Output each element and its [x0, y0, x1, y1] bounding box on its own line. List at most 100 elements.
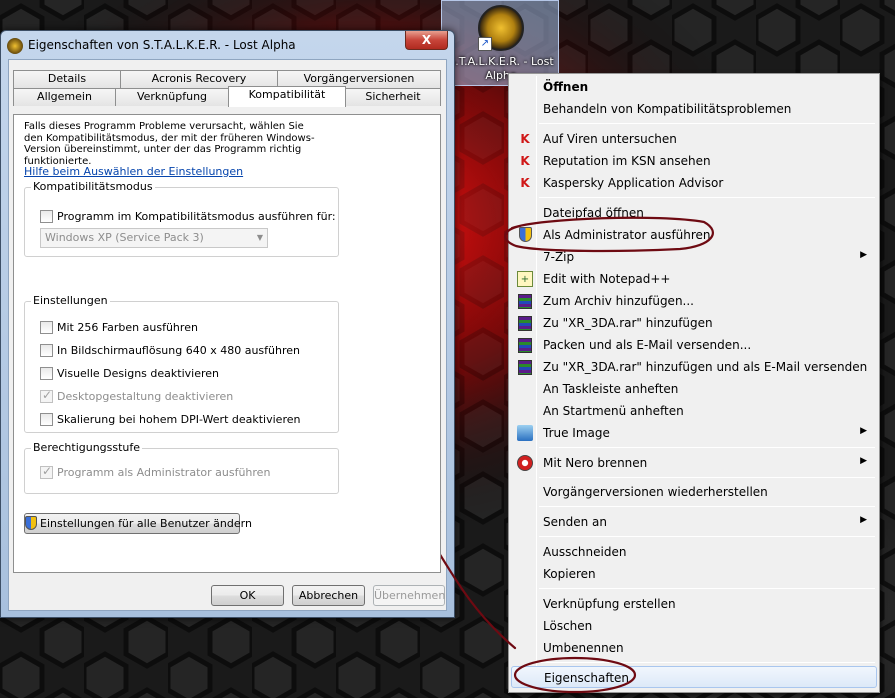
- menu-item-label: Edit with Notepad++: [543, 272, 671, 286]
- checkbox-dpi-scaling[interactable]: [40, 412, 53, 426]
- menu-item-label: Umbenennen: [543, 641, 624, 655]
- uac-shield-icon: [25, 516, 37, 530]
- menu-item-label: Zum Archiv hinzufügen...: [543, 294, 694, 308]
- menu-item-nero[interactable]: Mit Nero brennen ▶: [511, 452, 877, 474]
- cancel-button[interactable]: Abbrechen: [292, 585, 365, 606]
- dialog-titlebar[interactable]: Eigenschaften von S.T.A.L.K.E.R. - Lost …: [1, 31, 454, 59]
- option-dpi-scaling[interactable]: Skalierung bei hohem DPI-Wert deaktivier…: [40, 412, 300, 426]
- menu-item-label: Öffnen: [543, 80, 589, 94]
- menu-item-label: Eigenschaften: [544, 671, 630, 685]
- dialog-client-area: Details Acronis Recovery Vorgängerversio…: [8, 59, 447, 611]
- chevron-down-icon: ▼: [256, 233, 263, 242]
- tab-sicherheit[interactable]: Sicherheit: [345, 88, 441, 106]
- menu-item-label: Zu "XR_3DA.rar" hinzufügen: [543, 316, 713, 330]
- compat-mode-checkbox[interactable]: [40, 209, 53, 223]
- tab-verknuepfung[interactable]: Verknüpfung: [115, 88, 229, 106]
- menu-item-notepad[interactable]: + Edit with Notepad++: [511, 268, 877, 290]
- option-desktop-composition[interactable]: Desktopgestaltung deaktivieren: [40, 388, 233, 403]
- menu-item-label: 7-Zip: [543, 250, 575, 264]
- tab-details[interactable]: Details: [13, 70, 121, 88]
- tab-allgemein[interactable]: Allgemein: [13, 88, 116, 106]
- option-256-colors[interactable]: Mit 256 Farben ausführen: [40, 320, 198, 334]
- menu-item-senden-an[interactable]: Senden an ▶: [511, 511, 877, 533]
- option-run-as-admin[interactable]: Programm als Administrator ausführen: [40, 464, 271, 479]
- settings-group-title: Einstellungen: [31, 294, 110, 307]
- change-settings-all-users-button[interactable]: Einstellungen für alle Benutzer ändern: [24, 513, 252, 534]
- all-users-button-label: Einstellungen für alle Benutzer ändern: [40, 517, 252, 530]
- option-label: Visuelle Designs deaktivieren: [57, 366, 219, 380]
- menu-item-loeschen[interactable]: Löschen: [511, 615, 877, 637]
- context-menu: Öffnen Behandeln von Kompatibilitätsprob…: [508, 73, 880, 693]
- winrar-icon: [518, 338, 532, 353]
- submenu-arrow-icon: ▶: [860, 515, 867, 525]
- menu-item-label: Auf Viren untersuchen: [543, 132, 677, 146]
- stalker-title-icon: [7, 38, 23, 54]
- nero-icon: [517, 455, 533, 471]
- menu-item-label: Ausschneiden: [543, 545, 627, 559]
- menu-item-kaspersky-advisor[interactable]: K Kaspersky Application Advisor: [511, 172, 877, 194]
- menu-item-label: Zu "XR_3DA.rar" hinzufügen und als E-Mai…: [543, 360, 868, 374]
- menu-item-kompatibilitaetsprobleme[interactable]: Behandeln von Kompatibilitätsproblemen: [511, 98, 877, 120]
- menu-item-als-administrator[interactable]: Als Administrator ausführen: [511, 224, 877, 246]
- menu-item-viren-untersuchen[interactable]: K Auf Viren untersuchen: [511, 128, 877, 150]
- menu-item-label: Dateipfad öffnen: [543, 206, 644, 220]
- kaspersky-icon: K: [520, 176, 530, 190]
- checkbox-desktop-composition[interactable]: [40, 388, 53, 403]
- option-visual-designs[interactable]: Visuelle Designs deaktivieren: [40, 366, 219, 380]
- menu-item-ausschneiden[interactable]: Ausschneiden: [511, 541, 877, 563]
- menu-item-label: Vorgängerversionen wiederherstellen: [543, 485, 768, 499]
- menu-separator: [539, 477, 875, 478]
- help-link[interactable]: Hilfe beim Auswählen der Einstellungen: [24, 165, 243, 178]
- tab-kompatibilitaet[interactable]: Kompatibilität: [228, 86, 346, 107]
- menu-item-true-image[interactable]: True Image ▶: [511, 422, 877, 444]
- privilege-group: Berechtigungsstufe Programm als Administ…: [24, 441, 339, 494]
- compat-mode-checkbox-row[interactable]: Programm im Kompatibilitätsmodus ausführ…: [40, 209, 336, 223]
- menu-separator: [539, 447, 875, 448]
- option-640x480[interactable]: In Bildschirmauflösung 640 x 480 ausführ…: [40, 343, 300, 357]
- kaspersky-icon: K: [520, 154, 530, 168]
- close-button[interactable]: X: [405, 31, 448, 50]
- ok-button[interactable]: OK: [211, 585, 284, 606]
- compat-mode-group: Kompatibilitätsmodus Programm im Kompati…: [24, 180, 339, 257]
- checkbox-run-as-admin[interactable]: [40, 464, 53, 479]
- apply-button[interactable]: Übernehmen: [373, 585, 445, 606]
- checkbox-256-colors[interactable]: [40, 320, 53, 334]
- menu-item-label: Verknüpfung erstellen: [543, 597, 676, 611]
- menu-item-zu-rar[interactable]: Zu "XR_3DA.rar" hinzufügen: [511, 312, 877, 334]
- menu-item-oeffnen[interactable]: Öffnen: [511, 76, 877, 98]
- menu-item-label: Kaspersky Application Advisor: [543, 176, 724, 190]
- checkbox-visual-designs[interactable]: [40, 366, 53, 380]
- menu-item-7zip[interactable]: 7-Zip ▶: [511, 246, 877, 268]
- menu-item-label: Behandeln von Kompatibilitätsproblemen: [543, 102, 792, 116]
- submenu-arrow-icon: ▶: [860, 250, 867, 260]
- menu-item-kopieren[interactable]: Kopieren: [511, 563, 877, 585]
- menu-item-label: An Taskleiste anheften: [543, 382, 679, 396]
- menu-item-startmenue[interactable]: An Startmenü anheften: [511, 400, 877, 422]
- settings-group: Einstellungen Mit 256 Farben ausführen I…: [24, 294, 339, 433]
- menu-item-vorgaengerversionen[interactable]: Vorgängerversionen wiederherstellen: [511, 481, 877, 503]
- menu-item-dateipfad-oeffnen[interactable]: Dateipfad öffnen: [511, 202, 877, 224]
- menu-item-label: Packen und als E-Mail versenden...: [543, 338, 752, 352]
- winrar-icon: [518, 316, 532, 331]
- menu-item-zu-rar-email[interactable]: Zu "XR_3DA.rar" hinzufügen und als E-Mai…: [511, 356, 877, 378]
- checkbox-640x480[interactable]: [40, 343, 53, 357]
- menu-item-zum-archiv[interactable]: Zum Archiv hinzufügen...: [511, 290, 877, 312]
- menu-item-label: Kopieren: [543, 567, 596, 581]
- compat-os-select[interactable]: Windows XP (Service Pack 3) ▼: [40, 228, 268, 248]
- notepad-plus-plus-icon: +: [517, 271, 533, 287]
- submenu-arrow-icon: ▶: [860, 456, 867, 466]
- menu-separator: [539, 123, 875, 124]
- compat-mode-group-title: Kompatibilitätsmodus: [31, 180, 155, 193]
- menu-item-packen-email[interactable]: Packen und als E-Mail versenden...: [511, 334, 877, 356]
- menu-item-label: Als Administrator ausführen: [543, 228, 711, 242]
- menu-item-reputation-ksn[interactable]: K Reputation im KSN ansehen: [511, 150, 877, 172]
- menu-item-verknuepfung-erstellen[interactable]: Verknüpfung erstellen: [511, 593, 877, 615]
- menu-item-taskleiste[interactable]: An Taskleiste anheften: [511, 378, 877, 400]
- winrar-icon: [518, 360, 532, 375]
- intro-text: Falls dieses Programm Probleme verursach…: [24, 121, 315, 167]
- menu-item-umbenennen[interactable]: Umbenennen: [511, 637, 877, 659]
- option-label: Programm als Administrator ausführen: [57, 465, 271, 479]
- menu-item-label: An Startmenü anheften: [543, 404, 684, 418]
- compat-os-select-value: Windows XP (Service Pack 3): [45, 231, 204, 244]
- menu-item-eigenschaften[interactable]: Eigenschaften: [511, 666, 877, 688]
